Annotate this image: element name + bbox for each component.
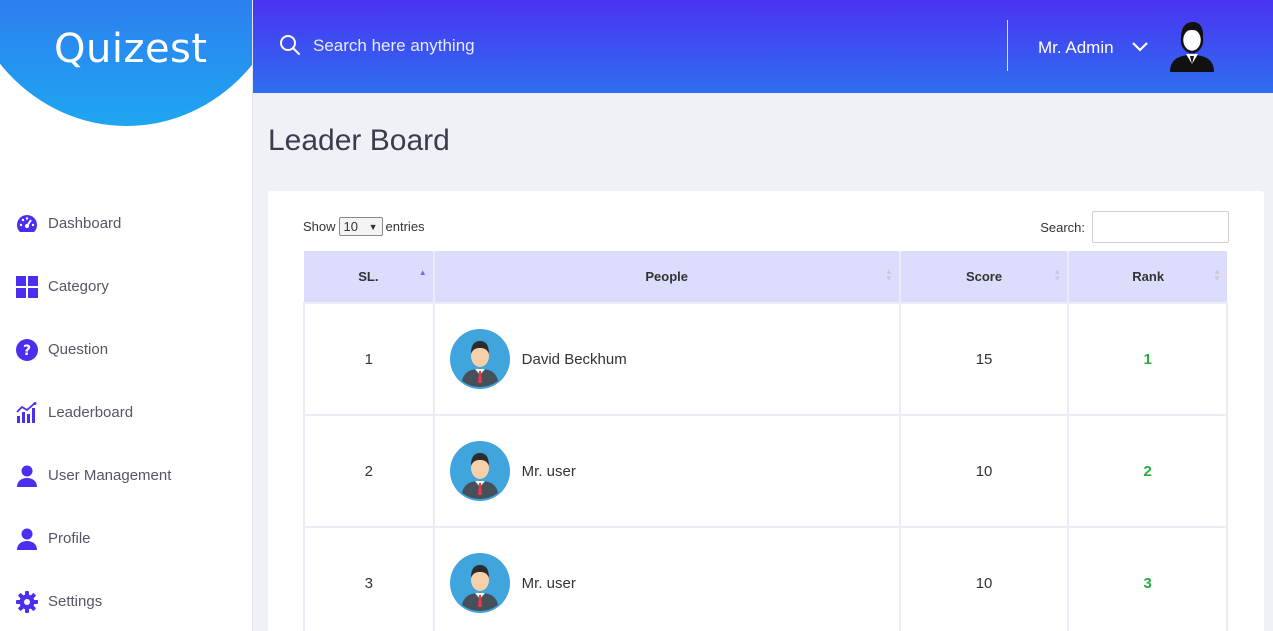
entries-select[interactable]: 10 ▼: [338, 217, 383, 236]
sort-icon: ▲ ▼: [884, 267, 893, 283]
person-name: Mr. user: [521, 462, 576, 480]
entries-control: Show 10 ▼ entries: [303, 217, 425, 236]
sidebar-item-leaderboard[interactable]: Leaderboard: [0, 381, 252, 444]
search-label: Search:: [1040, 219, 1085, 235]
page-title: Leader Board: [268, 124, 450, 157]
user-icon: [16, 528, 38, 550]
table-search-control: Search:: [1040, 211, 1229, 243]
column-header-sl[interactable]: SL. ▲: [304, 251, 435, 303]
sort-icon: ▲ ▼: [1053, 267, 1062, 283]
user-name[interactable]: Mr. Admin: [1038, 38, 1114, 58]
sidebar-item-profile[interactable]: Profile: [0, 507, 252, 570]
entries-value: 10: [343, 219, 358, 234]
sidebar-item-category[interactable]: Category: [0, 255, 252, 318]
sidebar-item-label: Dashboard: [48, 215, 122, 232]
cell-people: David Beckhum: [432, 302, 901, 416]
person-name: David Beckhum: [521, 350, 627, 368]
cell-sl: 1: [303, 302, 435, 416]
sidebar-item-label: Category: [48, 278, 109, 295]
search-icon[interactable]: [279, 34, 301, 56]
sidebar-item-label: Profile: [48, 530, 91, 547]
entries-label: entries: [385, 219, 425, 234]
person-avatar: [449, 441, 510, 501]
table-header-row: SL. ▲ People ▲ ▼ Score ▲ ▼ Rank ▲ ▼: [304, 251, 1227, 303]
table-row: 1 David Beckhum 15 1: [303, 302, 1228, 416]
show-label: Show: [303, 219, 336, 234]
chevron-down-icon[interactable]: [1131, 40, 1149, 52]
sidebar-item-label: Leaderboard: [48, 404, 134, 421]
gear-icon: [16, 590, 38, 613]
table-search-input[interactable]: [1092, 211, 1229, 243]
sidebar-item-settings[interactable]: Settings: [0, 570, 252, 631]
cell-people: Mr. user: [432, 414, 901, 528]
dropdown-arrow-icon: ▼: [368, 221, 378, 232]
sidebar-item-label: User Management: [48, 467, 172, 484]
sort-asc-icon: ▲: [418, 268, 427, 277]
person-name: Mr. user: [521, 574, 576, 592]
leaderboard-card: Show 10 ▼ entries Search: SL. ▲ People ▲…: [268, 191, 1264, 631]
cell-sl: 3: [303, 526, 435, 631]
sort-icon: ▲ ▼: [1213, 267, 1221, 283]
sidebar-item-dashboard[interactable]: Dashboard: [0, 192, 252, 255]
person-avatar: [449, 329, 510, 389]
user-icon: [16, 465, 38, 487]
dashboard-icon: [16, 213, 38, 235]
table-row: 3 Mr. user 10 3: [303, 526, 1228, 631]
brand-logo[interactable]: Quizest: [54, 26, 208, 72]
cell-score: 10: [898, 526, 1070, 631]
cell-sl: 2: [303, 414, 435, 528]
sidebar-item-label: Settings: [48, 593, 103, 610]
global-search-input[interactable]: [313, 30, 813, 62]
grid-icon: [16, 275, 38, 298]
cell-score: 10: [898, 414, 1070, 528]
person-avatar: [449, 553, 510, 613]
chart-icon: [16, 401, 38, 424]
column-header-score[interactable]: Score ▲ ▼: [899, 251, 1070, 303]
svg-text:?: ?: [23, 343, 31, 359]
header-divider: [1007, 20, 1008, 71]
column-header-rank[interactable]: Rank ▲ ▼: [1068, 251, 1227, 303]
cell-people: Mr. user: [432, 526, 901, 631]
cell-rank: 2: [1067, 414, 1228, 528]
cell-rank: 1: [1067, 302, 1228, 416]
sidebar-nav: Dashboard Category ? Question Leaderboar…: [0, 192, 252, 631]
avatar[interactable]: [1168, 18, 1216, 72]
cell-rank: 3: [1067, 526, 1228, 631]
table-row: 2 Mr. user 10 2: [303, 414, 1228, 528]
question-icon: ?: [16, 338, 38, 361]
sidebar: Quizest Dashboard Category ? Question Le…: [0, 0, 253, 631]
sidebar-item-label: Question: [48, 341, 109, 358]
cell-score: 15: [898, 302, 1070, 416]
sidebar-item-user-management[interactable]: User Management: [0, 444, 252, 507]
column-header-people[interactable]: People ▲ ▼: [433, 251, 901, 303]
sidebar-item-question[interactable]: ? Question: [0, 318, 252, 381]
leaderboard-table: SL. ▲ People ▲ ▼ Score ▲ ▼ Rank ▲ ▼ 1 Da…: [303, 251, 1228, 631]
top-header: Mr. Admin: [253, 0, 1273, 93]
